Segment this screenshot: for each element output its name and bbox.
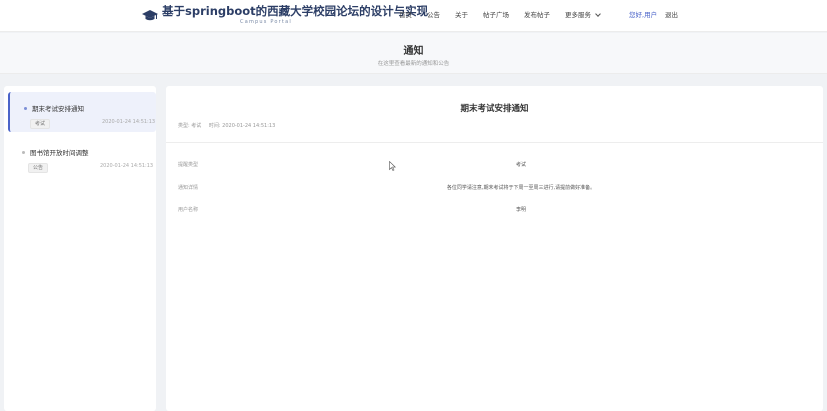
divider — [166, 142, 823, 143]
mouse-pointer-icon — [389, 161, 396, 171]
notice-detail-title: 期末考试安排通知 — [460, 104, 529, 114]
nav-link-home[interactable]: 首页 — [399, 10, 412, 20]
nav-link-publish-post[interactable]: 发布帖子 — [524, 10, 550, 20]
user-greeting[interactable]: 您好,用户 — [629, 10, 657, 20]
page-header: 通知 在这里查看最新的通知和公告 — [0, 33, 827, 74]
detail-row-label: 提醒类型 — [178, 162, 199, 168]
notice-item-type-badge: 公告 — [28, 163, 49, 173]
notice-item-time: 2020-01-24 14:51:13 — [100, 163, 154, 169]
notice-detail-meta: 类型: 考试 时间: 2020-01-24 14:51:13 — [178, 122, 281, 129]
bullet-icon — [24, 107, 27, 110]
nav-link-about[interactable]: 关于 — [455, 10, 468, 20]
notice-item-type-badge: 考试 — [30, 119, 51, 129]
site-title: 基于springboot的西藏大学校园论坛的设计与实现 — [162, 4, 429, 18]
detail-row: 通知详情 各位同学请注意,期末考试将于下周一至周三进行,请提前做好准备。 — [166, 178, 823, 198]
nav-more-services[interactable]: 更多服务 — [565, 10, 601, 20]
notice-list-item[interactable]: 图书馆开放时间调整 公告 2020-01-24 14:51:13 — [8, 136, 156, 176]
nav-link-announcements[interactable]: 公告 — [427, 10, 440, 20]
notice-detail-type: 类型: 考试 — [178, 123, 202, 129]
notice-detail-time: 时间: 2020-01-24 14:51:13 — [208, 123, 276, 129]
logout-link[interactable]: 退出 — [665, 10, 678, 20]
detail-row-label: 通知详情 — [178, 185, 199, 191]
graduation-cap-icon — [142, 10, 158, 21]
detail-row-value: 李明 — [515, 207, 526, 213]
detail-row: 提醒类型 考试 — [166, 155, 823, 175]
notice-item-title: 图书馆开放时间调整 — [30, 149, 89, 157]
detail-row-value: 各位同学请注意,期末考试将于下周一至周三进行,请提前做好准备。 — [446, 185, 596, 191]
nav-more-label: 更多服务 — [565, 11, 591, 19]
detail-row-value: 考试 — [515, 162, 526, 168]
notice-detail-panel: 期末考试安排通知 类型: 考试 时间: 2020-01-24 14:51:13 … — [166, 86, 823, 411]
detail-row: 用户名称 李明 — [166, 200, 823, 220]
nav-link-posts-square[interactable]: 帖子广场 — [483, 10, 509, 20]
page-title: 通知 — [403, 46, 424, 57]
page-subtitle: 在这里查看最新的通知和公告 — [377, 61, 450, 67]
notice-item-time: 2020-01-24 14:51:13 — [102, 119, 156, 125]
notice-list-item[interactable]: 期末考试安排通知 考试 2020-01-24 14:51:13 — [8, 92, 156, 132]
brand[interactable]: 基于springboot的西藏大学校园论坛的设计与实现 Campus Porta… — [142, 4, 428, 25]
detail-row-label: 用户名称 — [178, 207, 199, 213]
notice-item-title: 期末考试安排通知 — [32, 105, 84, 113]
top-navbar: 基于springboot的西藏大学校园论坛的设计与实现 Campus Porta… — [0, 0, 827, 32]
chevron-down-icon — [595, 11, 601, 17]
bullet-icon — [22, 151, 25, 154]
notice-list: 期末考试安排通知 考试 2020-01-24 14:51:13 图书馆开放时间调… — [4, 86, 156, 411]
nav-links: 首页 公告 关于 帖子广场 发布帖子 更多服务 — [399, 10, 615, 20]
